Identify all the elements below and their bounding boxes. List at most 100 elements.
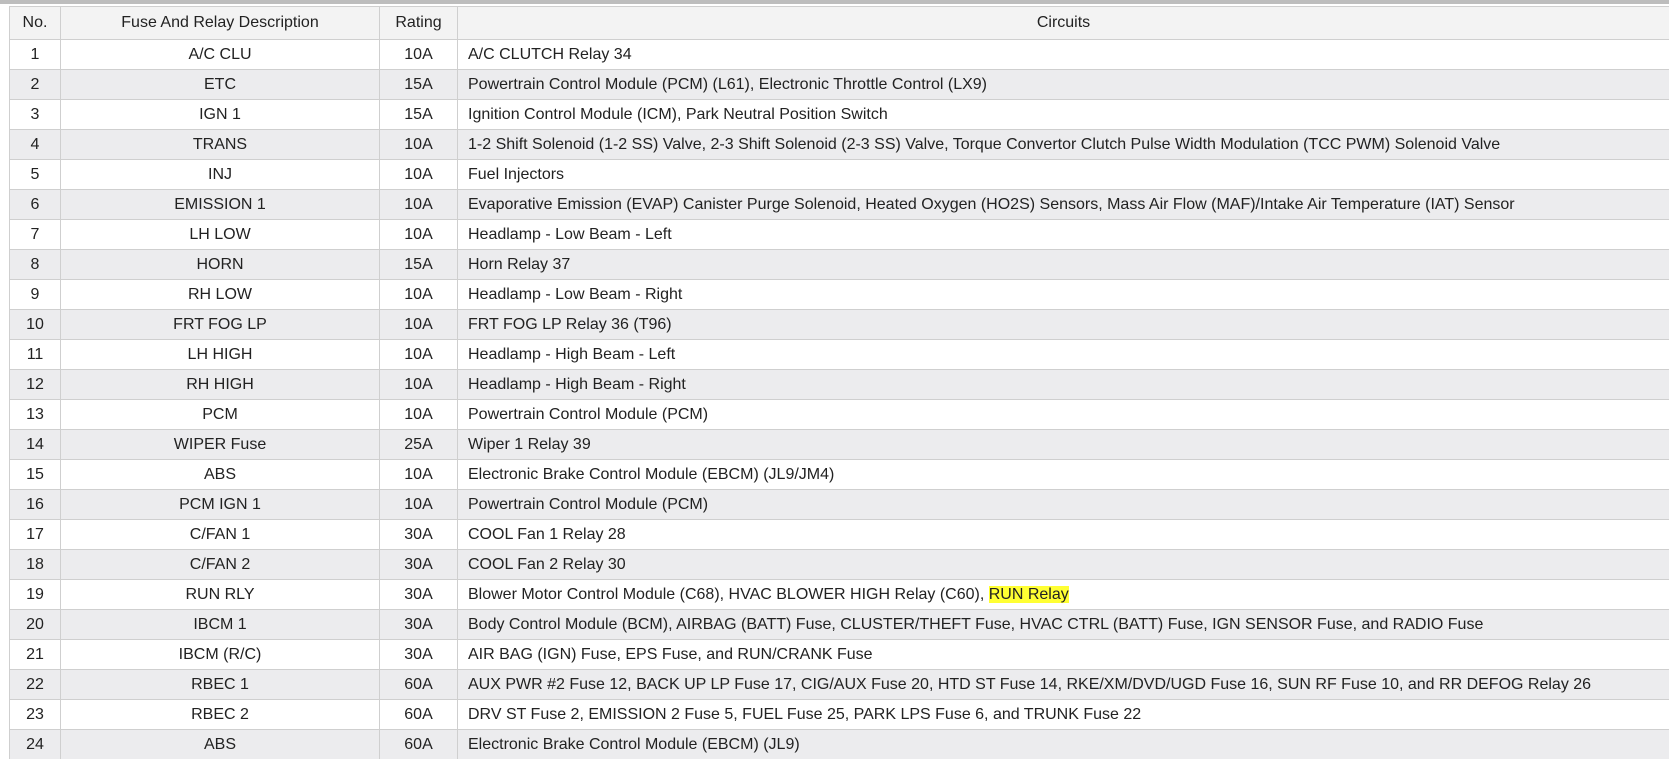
fuse-description-text: RH HIGH <box>186 375 254 393</box>
fuse-number-cell: 7 <box>9 219 61 250</box>
circuits-text: Headlamp - High Beam - Left <box>468 345 676 363</box>
circuits-text: Evaporative Emission (EVAP) Canister Pur… <box>468 195 1515 213</box>
fuse-rating-text: 30A <box>404 645 433 663</box>
fuse-number-text: 12 <box>26 375 44 393</box>
fuse-number-cell: 8 <box>9 249 61 280</box>
fuse-description-text: INJ <box>208 165 232 183</box>
fuse-description-cell: LH HIGH <box>60 339 380 370</box>
fuse-rating-cell: 10A <box>379 399 458 430</box>
fuse-rating-text: 15A <box>404 255 433 273</box>
circuits-text: Headlamp - Low Beam - Left <box>468 225 672 243</box>
fuse-description-cell: RH LOW <box>60 279 380 310</box>
circuits-text: Fuel Injectors <box>468 165 565 183</box>
circuits-cell: Powertrain Control Module (PCM) <box>457 489 1669 520</box>
fuse-rating-cell: 10A <box>379 159 458 190</box>
fuse-rating-cell: 30A <box>379 519 458 550</box>
fuse-rating-text: 10A <box>404 405 433 423</box>
fuse-rating-cell: 15A <box>379 99 458 130</box>
fuse-description-cell: IGN 1 <box>60 99 380 130</box>
header-circuits: Circuits <box>457 6 1669 40</box>
fuse-rating-text: 10A <box>404 225 433 243</box>
table-row: 1 A/C CLU 10A A/C CLUTCH Relay 34 <box>9 39 1669 70</box>
fuse-description-cell: INJ <box>60 159 380 190</box>
circuits-cell: Powertrain Control Module (PCM) (L61), E… <box>457 69 1669 100</box>
fuse-rating-cell: 10A <box>379 129 458 160</box>
fuse-description-text: LH LOW <box>189 225 251 243</box>
fuse-rating-cell: 10A <box>379 309 458 340</box>
circuits-cell: COOL Fan 2 Relay 30 <box>457 549 1669 580</box>
circuits-text: Electronic Brake Control Module (EBCM) (… <box>468 465 835 483</box>
table-row: 11 LH HIGH 10A Headlamp - High Beam - Left <box>9 339 1669 370</box>
fuse-number-text: 3 <box>30 105 40 123</box>
fuse-number-cell: 3 <box>9 99 61 130</box>
fuse-rating-text: 10A <box>404 345 433 363</box>
fuse-number-cell: 21 <box>9 639 61 670</box>
fuse-description-text: A/C CLU <box>188 45 252 63</box>
fuse-rating-cell: 30A <box>379 579 458 610</box>
circuits-text: Blower Motor Control Module (C68), HVAC … <box>468 585 989 603</box>
circuits-text: 1-2 Shift Solenoid (1-2 SS) Valve, 2-3 S… <box>468 135 1501 153</box>
circuits-cell: Ignition Control Module (ICM), Park Neut… <box>457 99 1669 130</box>
fuse-relay-table: No. Fuse And Relay Description Rating Ci… <box>9 6 1669 759</box>
circuits-text: Powertrain Control Module (PCM) (L61), E… <box>468 75 988 93</box>
fuse-number-text: 21 <box>26 645 44 663</box>
circuits-text: COOL Fan 1 Relay 28 <box>468 525 626 543</box>
fuse-number-cell: 2 <box>9 69 61 100</box>
fuse-description-text: TRANS <box>192 135 248 153</box>
fuse-number-cell: 19 <box>9 579 61 610</box>
circuits-cell: COOL Fan 1 Relay 28 <box>457 519 1669 550</box>
fuse-description-text: C/FAN 2 <box>189 555 251 573</box>
circuits-cell: AUX PWR #2 Fuse 12, BACK UP LP Fuse 17, … <box>457 669 1669 700</box>
fuse-number-text: 5 <box>30 165 40 183</box>
highlighted-text: RUN Relay <box>988 585 1069 603</box>
fuse-rating-cell: 25A <box>379 429 458 460</box>
fuse-number-cell: 11 <box>9 339 61 370</box>
circuits-text: AIR BAG (IGN) Fuse, EPS Fuse, and RUN/CR… <box>468 645 873 663</box>
fuse-number-cell: 4 <box>9 129 61 160</box>
fuse-rating-cell: 30A <box>379 609 458 640</box>
circuits-text: FRT FOG LP Relay 36 (T96) <box>468 315 672 333</box>
circuits-cell: FRT FOG LP Relay 36 (T96) <box>457 309 1669 340</box>
fuse-description-text: WIPER Fuse <box>173 435 267 453</box>
fuse-description-text: IGN 1 <box>199 105 241 123</box>
fuse-description-text: IBCM (R/C) <box>178 645 262 663</box>
fuse-rating-cell: 30A <box>379 639 458 670</box>
circuits-cell: Headlamp - High Beam - Right <box>457 369 1669 400</box>
fuse-description-text: LH HIGH <box>187 345 253 363</box>
fuse-description-cell: ABS <box>60 729 380 759</box>
fuse-rating-text: 25A <box>404 435 433 453</box>
fuse-number-text: 19 <box>26 585 44 603</box>
fuse-number-cell: 13 <box>9 399 61 430</box>
fuse-rating-cell: 60A <box>379 669 458 700</box>
fuse-number-cell: 5 <box>9 159 61 190</box>
table-row: 10 FRT FOG LP 10A FRT FOG LP Relay 36 (T96) <box>9 309 1669 340</box>
fuse-description-cell: IBCM (R/C) <box>60 639 380 670</box>
fuse-description-cell: C/FAN 1 <box>60 519 380 550</box>
fuse-table-container: No. Fuse And Relay Description Rating Ci… <box>9 6 1669 759</box>
fuse-number-text: 17 <box>26 525 44 543</box>
fuse-number-cell: 24 <box>9 729 61 759</box>
fuse-description-cell: PCM IGN 1 <box>60 489 380 520</box>
table-row: 20 IBCM 1 30A Body Control Module (BCM), AI… <box>9 609 1669 640</box>
table-row: 8 HORN 15A Horn Relay 37 <box>9 249 1669 280</box>
fuse-description-text: RUN RLY <box>185 585 255 603</box>
fuse-rating-cell: 60A <box>379 699 458 730</box>
fuse-rating-cell: 10A <box>379 39 458 70</box>
fuse-number-cell: 9 <box>9 279 61 310</box>
fuse-description-text: FRT FOG LP <box>173 315 267 333</box>
fuse-rating-cell: 10A <box>379 219 458 250</box>
fuse-description-text: RBEC 2 <box>191 705 249 723</box>
fuse-number-cell: 16 <box>9 489 61 520</box>
fuse-rating-text: 10A <box>404 195 433 213</box>
fuse-rating-cell: 15A <box>379 69 458 100</box>
fuse-number-text: 22 <box>26 675 44 693</box>
fuse-rating-text: 30A <box>404 615 433 633</box>
table-row: 19 RUN RLY 30A Blower Motor Control Module … <box>9 579 1669 610</box>
fuse-number-text: 1 <box>30 45 40 63</box>
fuse-rating-text: 60A <box>404 735 433 753</box>
circuits-cell: Headlamp - Low Beam - Left <box>457 219 1669 250</box>
fuse-description-cell: IBCM 1 <box>60 609 380 640</box>
circuits-cell: Evaporative Emission (EVAP) Canister Pur… <box>457 189 1669 220</box>
fuse-number-cell: 22 <box>9 669 61 700</box>
fuse-number-cell: 15 <box>9 459 61 490</box>
